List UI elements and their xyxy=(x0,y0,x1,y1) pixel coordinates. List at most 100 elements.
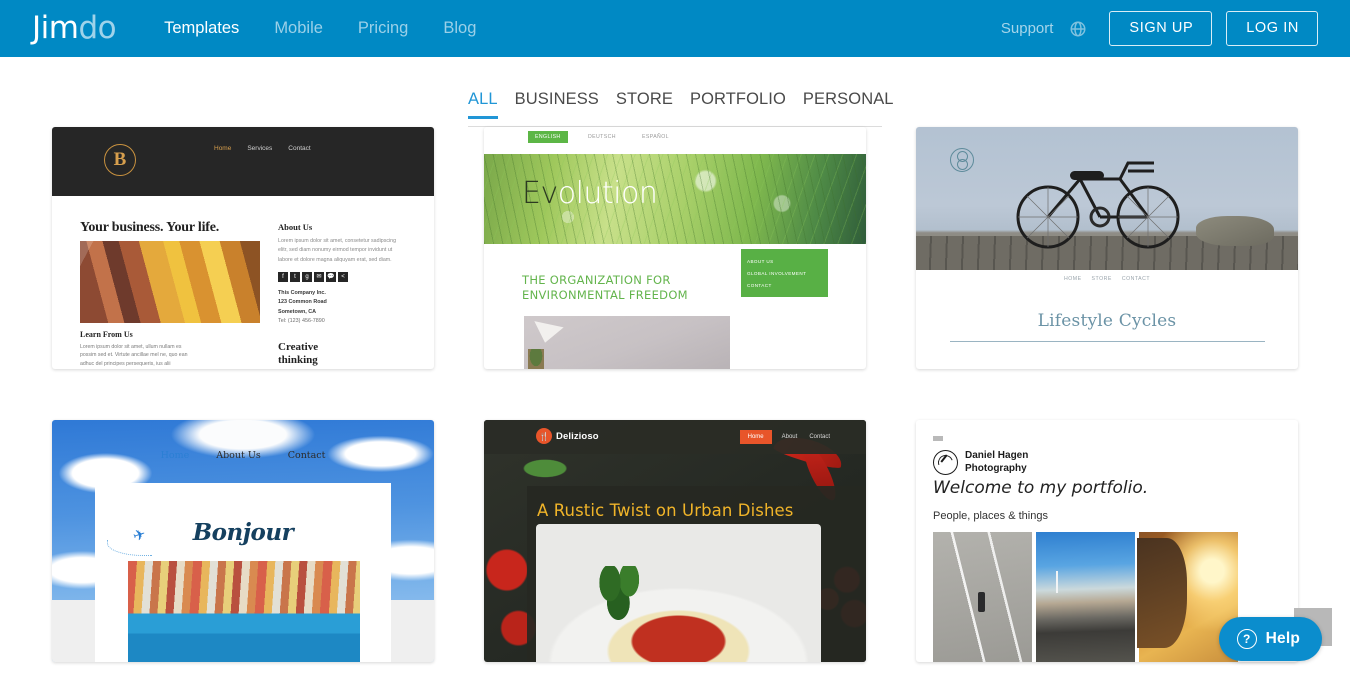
header-actions: Support SIGN UP LOG IN xyxy=(1001,11,1318,46)
company-street: 123 Common Road xyxy=(278,299,327,306)
log-in-button[interactable]: LOG IN xyxy=(1226,11,1318,46)
language-espanol: ESPAÑOL xyxy=(642,134,669,140)
category-filter-bar: ALL BUSINESS STORE PORTFOLIO PERSONAL xyxy=(0,57,1350,127)
template-grid: B Home Services Contact Your business. Y… xyxy=(0,127,1350,662)
category-tabs: ALL BUSINESS STORE PORTFOLIO PERSONAL xyxy=(468,57,893,127)
nav-item-templates[interactable]: Templates xyxy=(164,20,239,37)
facebook-icon: f xyxy=(278,271,288,282)
template-preview-delizioso: Delizioso Home About Contact A Rustic Tw… xyxy=(484,420,866,662)
pull-quote-line2: thinking xyxy=(278,353,318,366)
menu-item-about-us: ABOUT US xyxy=(747,258,774,264)
preview-headline: A Rustic Twist on Urban Dishes xyxy=(537,501,794,520)
preview-nav-home: Home xyxy=(214,145,232,152)
bicycle-illustration xyxy=(1016,161,1180,249)
template-card-bonjour[interactable]: Home About Us Contact Bonjour ✈ xyxy=(52,420,434,662)
preview-body-text: Lorem ipsum dolor sit amet, ullum nullam… xyxy=(80,344,188,367)
language-english: ENGLISH xyxy=(528,131,568,143)
menu-item-contact: CONTACT xyxy=(747,282,772,288)
preview-nav-contact: Contact xyxy=(809,434,830,440)
bicycle-hero-photo xyxy=(916,127,1298,270)
fork-circle-icon xyxy=(536,428,552,444)
tab-business[interactable]: BUSINESS xyxy=(515,91,599,118)
portfolio-thumbnails xyxy=(933,532,1238,662)
template-card-delizioso[interactable]: Delizioso Home About Contact A Rustic Tw… xyxy=(484,420,866,662)
tagline-line2: ENVIRONMENTAL FREEDOM xyxy=(522,288,688,303)
share-icon: < xyxy=(338,271,348,282)
nav-item-pricing[interactable]: Pricing xyxy=(358,20,408,37)
jimdo-logo[interactable]: Jimdo xyxy=(32,10,117,46)
company-tel: Tel: (123) 456-7890 xyxy=(278,318,325,325)
plant-shape xyxy=(528,349,544,369)
preview-nav-contact: Contact xyxy=(287,450,326,461)
template-preview-lifestyle-cycles: HOME STORE CONTACT Lifestyle Cycles xyxy=(916,127,1298,369)
preview-nav-home: Home xyxy=(739,430,772,444)
grass-hero-photo: Evolution xyxy=(484,154,866,244)
brand-label: Delizioso xyxy=(556,430,599,442)
preview-nav-contact: Contact xyxy=(288,145,311,152)
title-underline xyxy=(949,341,1265,342)
tab-store[interactable]: STORE xyxy=(616,91,673,118)
preview-section-heading: Learn From Us xyxy=(80,330,133,339)
preview-nav-about: About xyxy=(781,434,798,440)
crosswalk-photo xyxy=(933,532,1032,662)
rock-shape xyxy=(1196,216,1274,246)
tab-portfolio[interactable]: PORTFOLIO xyxy=(690,91,786,118)
preview-subtitle: People, places & things xyxy=(933,510,1048,522)
tab-all[interactable]: ALL xyxy=(468,91,498,118)
preview-nav-services: Services xyxy=(247,145,273,152)
google-plus-icon: g xyxy=(302,271,312,282)
globe-icon[interactable] xyxy=(1069,20,1087,38)
preview-nav-about-us: About Us xyxy=(216,450,261,461)
company-name: This Company Inc. xyxy=(278,289,326,296)
social-icon-row: f t g ✉ 💬 < xyxy=(278,271,406,282)
comment-icon: 💬 xyxy=(326,271,336,282)
sign-up-button[interactable]: SIGN UP xyxy=(1109,11,1213,46)
architecture-photo xyxy=(80,241,260,323)
brand-label: Daniel Hagen Photography xyxy=(965,450,1028,475)
preview-nav-contact: CONTACT xyxy=(1121,276,1151,282)
aperture-icon xyxy=(933,450,958,475)
preview-headline: Your business. Your life. xyxy=(80,220,220,235)
preview-brand-title: Lifestyle Cycles xyxy=(1037,311,1177,331)
monogram-logo: B xyxy=(104,144,136,176)
help-button[interactable]: ? Help xyxy=(1218,617,1322,661)
preview-nav: Home Services Contact xyxy=(214,145,311,152)
preview-brand-evolution: Evolution xyxy=(522,176,658,211)
pull-quote-line1: Creative xyxy=(278,340,319,353)
preview-nav-home: HOME xyxy=(1063,276,1082,282)
nav-item-mobile[interactable]: Mobile xyxy=(274,20,323,37)
support-link[interactable]: Support xyxy=(1001,20,1054,37)
language-deutsch: DEUTSCH xyxy=(588,134,616,140)
wheel-icon xyxy=(950,148,974,172)
template-card-business[interactable]: B Home Services Contact Your business. Y… xyxy=(52,127,434,369)
company-city: Sometown, CA xyxy=(278,308,317,315)
preview-main-column: Your business. Your life. Learn From Us … xyxy=(80,220,260,368)
preview-aside-text: Lorem ipsum dolor sit amet, consetetur s… xyxy=(278,238,397,263)
preview-dropdown-menu: ABOUT US GLOBAL INVOLVEMENT CONTACT xyxy=(741,249,828,297)
question-circle-icon: ? xyxy=(1236,629,1257,649)
tab-personal[interactable]: PERSONAL xyxy=(803,91,894,118)
brand-line1: Daniel Hagen xyxy=(965,450,1029,461)
brand-part-dark: Ev xyxy=(522,176,558,211)
template-card-evolution[interactable]: ENGLISH DEUTSCH ESPAÑOL Evolution THE OR… xyxy=(484,127,866,369)
preview-nav: Home About Us Contact xyxy=(52,450,434,461)
delizioso-logo: Delizioso xyxy=(536,428,599,444)
wind-turbines-photo xyxy=(1036,532,1135,662)
preview-pull-quote: Creative thinking xyxy=(278,341,318,367)
tagline-line1: THE ORGANIZATION FOR xyxy=(522,273,671,287)
lamp-shape xyxy=(530,321,564,346)
hamburger-icon xyxy=(933,436,943,441)
logo-part-do: do xyxy=(78,10,117,46)
template-preview-bonjour: Home About Us Contact Bonjour ✈ xyxy=(52,420,434,662)
preview-header-bar: B Home Services Contact xyxy=(52,127,434,196)
lamp-interior-photo xyxy=(524,316,730,369)
coastal-village-photo xyxy=(128,561,360,662)
nav-item-blog[interactable]: Blog xyxy=(443,20,476,37)
preview-body: Your business. Your life. Learn From Us … xyxy=(52,196,434,368)
content-sheet: Bonjour ✈ xyxy=(95,483,391,662)
photography-logo: Daniel Hagen Photography xyxy=(933,450,1028,475)
help-label: Help xyxy=(1265,630,1300,647)
template-preview-evolution: ENGLISH DEUTSCH ESPAÑOL Evolution THE OR… xyxy=(484,127,866,369)
template-card-lifestyle-cycles[interactable]: HOME STORE CONTACT Lifestyle Cycles xyxy=(916,127,1298,369)
logo-part-jim: Jim xyxy=(32,10,79,46)
